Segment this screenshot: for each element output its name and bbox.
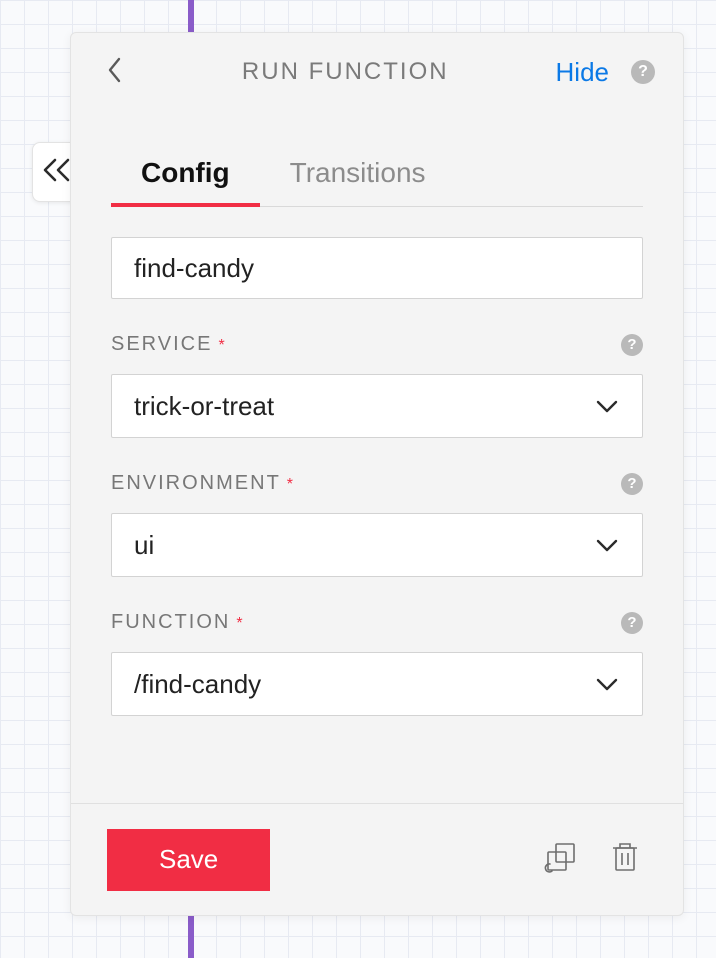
environment-label-row: ENVIRONMENT* ?: [111, 472, 643, 495]
service-label-row: SERVICE* ?: [111, 333, 643, 356]
environment-value: ui: [134, 530, 154, 561]
function-select[interactable]: /find-candy: [111, 652, 643, 716]
tab-config[interactable]: Config: [111, 147, 260, 207]
tab-transitions[interactable]: Transitions: [260, 147, 456, 207]
service-value: trick-or-treat: [134, 391, 274, 422]
duplicate-icon: [544, 840, 578, 879]
chevron-down-icon: [594, 532, 620, 558]
function-label: FUNCTION*: [111, 611, 243, 634]
tabs: Config Transitions: [111, 147, 643, 207]
scroll-area[interactable]: Config Transitions SERVICE* ? trick-or-t…: [71, 111, 683, 803]
required-star-icon: *: [287, 476, 293, 493]
delete-button[interactable]: [603, 838, 647, 882]
double-chevron-left-icon: [41, 157, 73, 188]
hide-link[interactable]: Hide: [556, 57, 609, 88]
run-function-panel: RUN FUNCTION Hide ? Config Transitions S…: [70, 32, 684, 916]
function-value: /find-candy: [134, 669, 261, 700]
panel-footer: Save: [71, 803, 683, 915]
required-star-icon: *: [236, 615, 242, 632]
service-label: SERVICE*: [111, 333, 225, 356]
panel-body: Config Transitions SERVICE* ? trick-or-t…: [71, 111, 683, 803]
required-star-icon: *: [218, 337, 224, 354]
back-button[interactable]: [95, 52, 135, 92]
environment-help-icon[interactable]: ?: [621, 473, 643, 495]
panel-title: RUN FUNCTION: [147, 58, 544, 86]
chevron-left-icon: [105, 55, 125, 90]
service-select[interactable]: trick-or-treat: [111, 374, 643, 438]
help-icon[interactable]: ?: [631, 60, 655, 84]
service-help-icon[interactable]: ?: [621, 334, 643, 356]
environment-select[interactable]: ui: [111, 513, 643, 577]
trash-icon: [608, 840, 642, 879]
duplicate-button[interactable]: [539, 838, 583, 882]
name-input[interactable]: [111, 237, 643, 299]
function-label-row: FUNCTION* ?: [111, 611, 643, 634]
function-help-icon[interactable]: ?: [621, 612, 643, 634]
panel-header: RUN FUNCTION Hide ?: [71, 33, 683, 111]
chevron-down-icon: [594, 671, 620, 697]
save-button[interactable]: Save: [107, 829, 270, 891]
chevron-down-icon: [594, 393, 620, 419]
environment-label: ENVIRONMENT*: [111, 472, 293, 495]
